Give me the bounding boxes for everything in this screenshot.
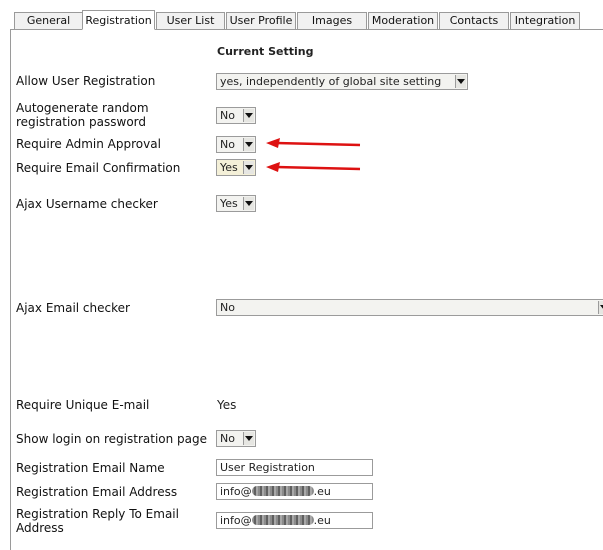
column-header: Current Setting xyxy=(217,45,314,58)
tab-general[interactable]: General xyxy=(14,12,83,29)
select-autogen-password[interactable]: No xyxy=(216,107,256,124)
chevron-down-icon xyxy=(243,161,254,174)
email-address-field[interactable]: info@ .eu xyxy=(216,483,373,500)
select-value: Yes xyxy=(220,161,238,174)
annotation-arrow-icon xyxy=(266,138,361,148)
chevron-down-icon xyxy=(243,432,254,445)
annotation-arrow-icon xyxy=(266,162,361,172)
redacted-blur xyxy=(251,486,314,496)
select-email-confirmation[interactable]: Yes xyxy=(216,159,256,176)
label-allow-registration: Allow User Registration xyxy=(16,74,156,88)
select-allow-registration[interactable]: yes, independently of global site settin… xyxy=(216,73,468,90)
label-admin-approval: Require Admin Approval xyxy=(16,137,161,151)
tab-user-profile[interactable]: User Profile xyxy=(226,12,296,29)
email-prefix: info@ xyxy=(220,485,252,498)
label-email-address: Registration Email Address xyxy=(16,485,178,499)
label-email-confirmation: Require Email Confirmation xyxy=(16,161,181,175)
reply-to-field[interactable]: info@ .eu xyxy=(216,512,373,529)
label-autogen-password: Autogenerate random registration passwor… xyxy=(16,101,149,129)
email-suffix: .eu xyxy=(313,485,331,498)
chevron-down-icon xyxy=(243,109,254,122)
tab-user-list[interactable]: User List xyxy=(156,12,225,29)
email-prefix: info@ xyxy=(220,514,252,527)
redacted-blur xyxy=(251,515,314,525)
value-unique-email: Yes xyxy=(217,398,237,412)
tab-contacts[interactable]: Contacts xyxy=(439,12,509,29)
chevron-down-icon xyxy=(243,197,254,210)
label-show-login: Show login on registration page xyxy=(16,432,208,446)
label-ajax-email: Ajax Email checker xyxy=(16,301,130,315)
email-name-field[interactable]: User Registration xyxy=(216,459,373,476)
label-email-name: Registration Email Name xyxy=(16,461,165,475)
label-reply-to: Registration Reply To Email Address xyxy=(16,507,179,535)
chevron-down-icon xyxy=(243,138,254,151)
tab-bar: General Registration User List User Prof… xyxy=(0,0,603,30)
select-admin-approval[interactable]: No xyxy=(216,136,256,153)
tab-images[interactable]: Images xyxy=(297,12,367,29)
tab-moderation[interactable]: Moderation xyxy=(368,12,438,29)
label-unique-email: Require Unique E-mail xyxy=(16,398,150,412)
select-show-login[interactable]: No xyxy=(216,430,256,447)
select-value: No xyxy=(220,138,235,151)
select-ajax-email[interactable]: No xyxy=(216,299,603,316)
chevron-down-icon xyxy=(598,301,603,314)
select-value: yes, independently of global site settin… xyxy=(220,75,442,88)
select-value: No xyxy=(220,301,235,314)
tab-registration[interactable]: Registration xyxy=(82,10,155,30)
email-suffix: .eu xyxy=(313,514,331,527)
select-value: No xyxy=(220,432,235,445)
chevron-down-icon xyxy=(455,75,466,88)
select-ajax-username[interactable]: Yes xyxy=(216,195,256,212)
select-value: Yes xyxy=(220,197,238,210)
select-value: No xyxy=(220,109,235,122)
tab-integration[interactable]: Integration xyxy=(510,12,580,29)
label-ajax-username: Ajax Username checker xyxy=(16,197,158,211)
